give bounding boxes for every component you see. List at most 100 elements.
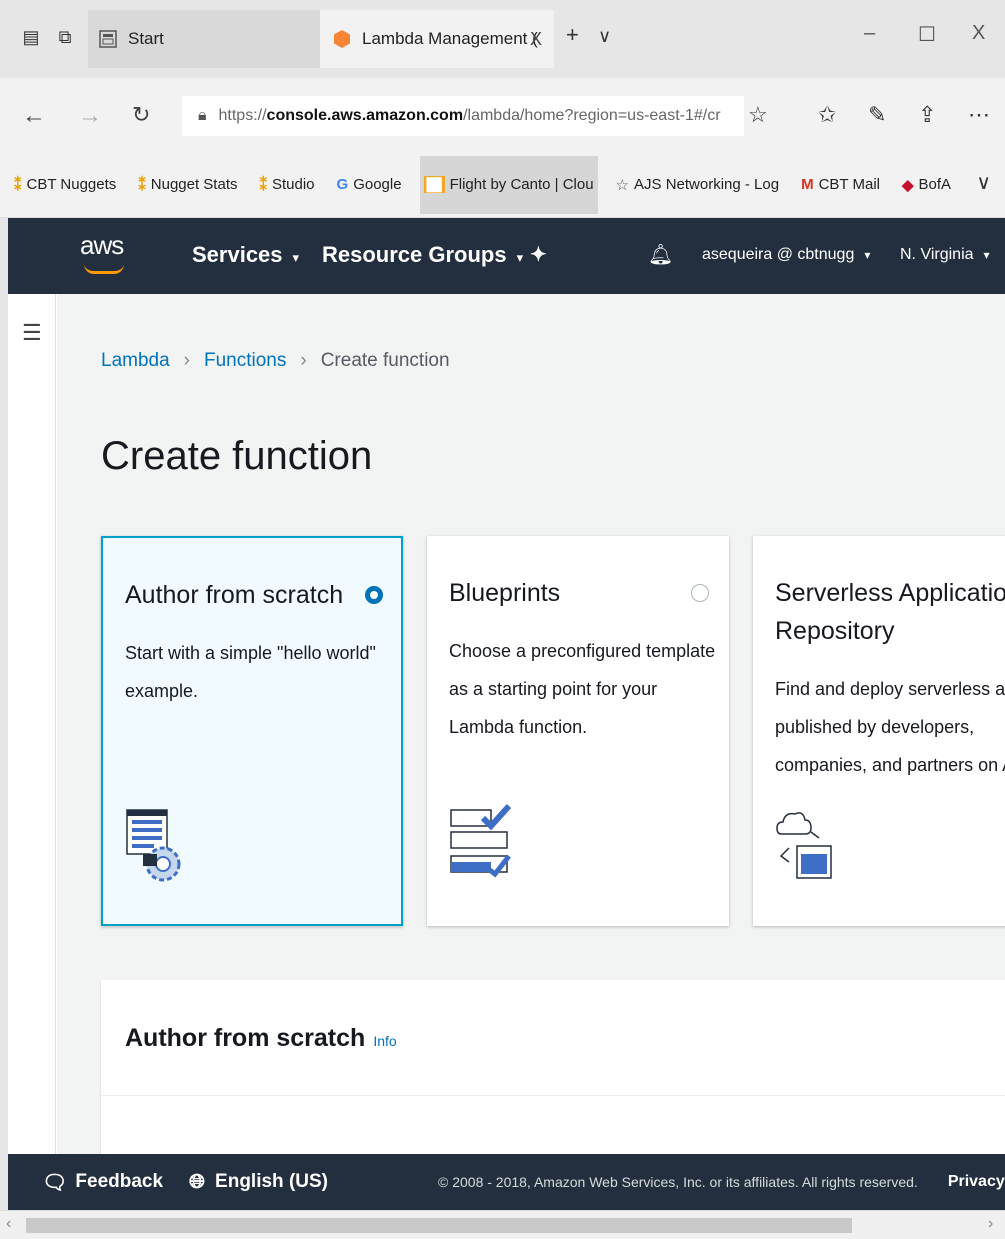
region-menu[interactable]: N. Virginia ▾	[900, 246, 990, 264]
pin-icon[interactable]: ✦	[530, 242, 547, 267]
tab-close-icon[interactable]: X	[530, 29, 542, 50]
copyright-text: © 2008 - 2018, Amazon Web Services, Inc.…	[438, 1174, 918, 1190]
aws-smile-icon	[84, 264, 124, 274]
option-author-from-scratch[interactable]: Author from scratch Start with a simple …	[101, 536, 403, 926]
chevron-down-icon: ▾	[983, 248, 990, 262]
url-prefix: https://	[218, 107, 267, 124]
favorite-google[interactable]: G Google	[333, 156, 406, 214]
feedback-button[interactable]: 🗨︎ Feedback	[42, 1170, 163, 1195]
tab-label: Lambda Management (	[362, 29, 538, 48]
maximize-button[interactable]: ☐	[918, 22, 936, 47]
favorites-hub-icon[interactable]: ✩	[818, 102, 836, 128]
favorites-overflow-icon[interactable]: ∨	[976, 170, 991, 195]
tab-dropdown-icon[interactable]: ∨	[598, 26, 611, 47]
radio-author-from-scratch[interactable]	[365, 586, 383, 604]
chevron-down-icon: ▾	[516, 250, 524, 265]
aws-logo[interactable]: aws	[80, 230, 130, 280]
mail-icon: M	[801, 176, 814, 193]
favorite-label: Studio	[271, 176, 315, 193]
favorite-bofa[interactable]: ◆ BofA	[898, 156, 955, 214]
scrollbar-thumb[interactable]	[26, 1218, 852, 1233]
favorite-label: Flight by Canto | Clou	[449, 176, 594, 193]
main-content: Lambda › Functions › Create function Create …	[57, 294, 1005, 1154]
favorite-ajs-networking[interactable]: ☆ AJS Networking - Log	[612, 156, 784, 214]
language-selector[interactable]: 🌐︎ English (US)	[189, 1171, 328, 1194]
chevron-down-icon: ▾	[292, 250, 300, 265]
chevron-down-icon: ▾	[864, 248, 871, 262]
breadcrumb-functions[interactable]: Functions	[204, 350, 286, 371]
author-from-scratch-panel: Author from scratch Info	[101, 980, 1005, 1154]
option-serverless-application-repository[interactable]: Serverless Application Repository Find a…	[753, 536, 1005, 926]
account-label: asequeira @ cbtnugg	[702, 246, 855, 263]
panel-title-text: Author from scratch	[125, 1024, 366, 1052]
favorite-cbt-nuggets[interactable]: ⁑ CBT Nuggets	[10, 156, 120, 214]
url-input[interactable]: 🔒︎ https://console.aws.amazon.com/lambda…	[182, 96, 744, 136]
browser-tab-strip: ▤ ⧉ Start Lambda Management ( X + ∨ – ☐ …	[0, 0, 1005, 78]
favorite-studio[interactable]: ⁑ Studio	[255, 156, 318, 214]
forward-arrow-icon[interactable]: →	[78, 102, 102, 130]
chevron-right-icon: ›	[183, 350, 190, 371]
panel-header: Author from scratch Info	[101, 980, 1005, 1096]
card-title: Repository	[775, 617, 895, 645]
minimize-button[interactable]: –	[864, 22, 875, 45]
favorite-label: Nugget Stats	[150, 176, 238, 193]
bell-icon[interactable]: 🔔︎	[648, 242, 673, 267]
tab-lambda-management[interactable]: Lambda Management ( X	[320, 10, 554, 68]
blueprints-illustration-icon	[449, 803, 529, 894]
more-options-icon[interactable]: ⋯	[968, 102, 990, 128]
option-blueprints[interactable]: Blueprints Choose a preconfigured templa…	[427, 536, 729, 926]
account-menu[interactable]: asequeira @ cbtnugg ▾	[702, 246, 870, 264]
card-description: Find and deploy serverless apps	[775, 679, 1005, 699]
favorite-flight-by-canto[interactable]: ⬛︎ Flight by Canto | Clou	[419, 155, 598, 214]
favorites-bar: ⁑ CBT Nuggets ⁑ Nugget Stats ⁑ Studio G Goog…	[0, 152, 1005, 218]
favorite-label: AJS Networking - Log	[634, 176, 780, 193]
card-description: published by developers,	[775, 717, 975, 737]
card-description: Choose a preconfigured template	[449, 641, 716, 661]
tab-label: Start	[128, 29, 164, 48]
web-notes-icon[interactable]: ✎	[868, 102, 886, 128]
google-icon: G	[336, 176, 349, 193]
aws-console-nav: aws Services ▾ Resource Groups ▾ ✦ 🔔︎ aseq…	[8, 218, 1005, 294]
favorite-label: CBT Mail	[818, 176, 880, 193]
set-tabs-aside-icon[interactable]: ⧉	[52, 22, 78, 52]
services-label: Services	[192, 242, 283, 267]
back-arrow-icon[interactable]: ←	[22, 102, 46, 130]
tab-actions-icon[interactable]: ▤	[18, 22, 44, 52]
favorite-label: Google	[353, 176, 402, 193]
card-description: example.	[125, 681, 199, 701]
favorite-star-icon[interactable]: ☆	[748, 102, 768, 128]
info-link[interactable]: Info	[373, 1033, 396, 1049]
refresh-icon[interactable]: ↻	[132, 102, 150, 128]
window-close-button[interactable]: X	[972, 22, 985, 45]
breadcrumb-lambda[interactable]: Lambda	[101, 350, 170, 371]
card-title: Serverless Application	[775, 579, 1005, 607]
share-icon[interactable]: ⇪	[918, 102, 936, 128]
scroll-left-arrow-icon[interactable]: ‹	[6, 1215, 11, 1233]
star-icon: ☆	[615, 176, 630, 194]
services-menu[interactable]: Services ▾	[192, 242, 299, 268]
start-page-icon	[98, 29, 118, 49]
new-tab-button[interactable]: +	[566, 22, 579, 48]
tab-start[interactable]: Start	[88, 10, 320, 68]
hamburger-menu-icon[interactable]: ☰	[22, 320, 42, 346]
lock-icon: 🔒︎	[198, 107, 207, 124]
globe-icon: 🌐︎	[189, 1170, 206, 1193]
chevron-right-icon: ›	[300, 350, 307, 371]
card-description: companies, and partners on AWS	[775, 755, 1005, 775]
card-description: as a starting point for your	[449, 679, 658, 699]
url-host: console.aws.amazon.com	[266, 107, 464, 124]
resource-groups-label: Resource Groups	[322, 242, 507, 267]
privacy-policy-link[interactable]: Privacy Poli	[948, 1173, 1005, 1191]
favorite-cbt-mail[interactable]: M CBT Mail	[797, 156, 884, 214]
radio-blueprints[interactable]	[691, 584, 709, 602]
nugget-icon: ⁑	[138, 176, 146, 194]
resource-groups-menu[interactable]: Resource Groups ▾	[322, 242, 523, 268]
horizontal-scrollbar[interactable]: ‹ ›	[0, 1210, 1005, 1239]
scroll-right-arrow-icon[interactable]: ›	[988, 1215, 993, 1233]
card-description: Start with a simple "hello world"	[125, 643, 376, 663]
favorite-nugget-stats[interactable]: ⁑ Nugget Stats	[134, 156, 241, 214]
panel-title: Author from scratch Info	[125, 1024, 397, 1053]
favorite-label: CBT Nuggets	[26, 176, 117, 193]
favorite-label: BofA	[918, 176, 952, 193]
bofa-icon: ◆	[902, 176, 914, 194]
